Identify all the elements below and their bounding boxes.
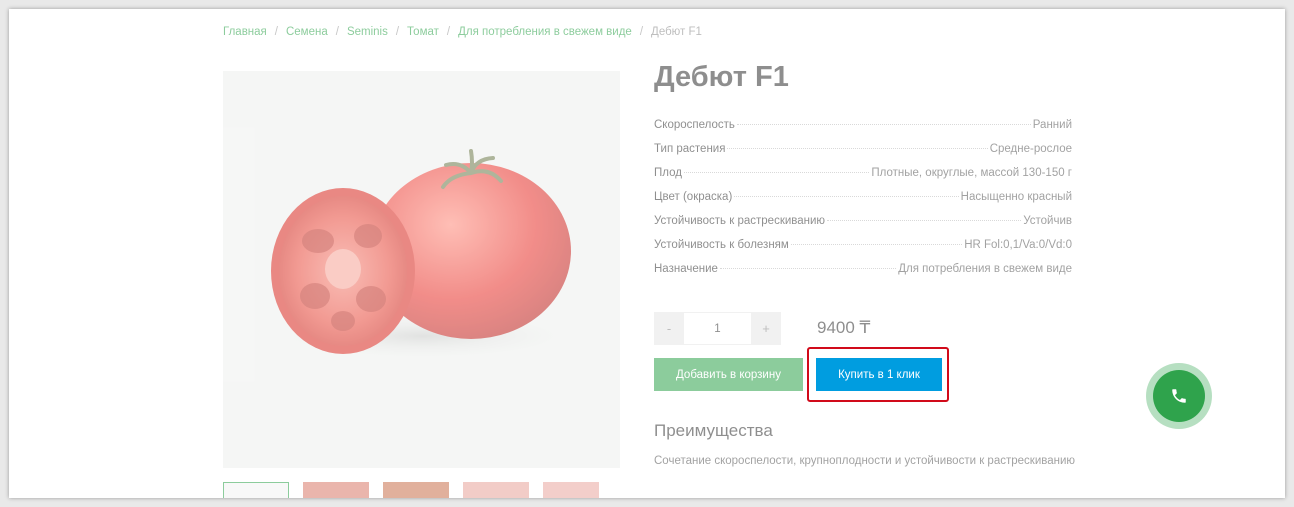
breadcrumb-fresh-use[interactable]: Для потребления в свежем виде [458, 26, 632, 38]
spec-row: Плод Плотные, округлые, массой 130-150 г [654, 167, 1072, 191]
breadcrumb-separator: / [639, 26, 644, 38]
call-button[interactable] [1146, 363, 1212, 429]
quantity-input[interactable]: 1 [684, 312, 751, 345]
spec-value: HR Fol:0,1/Va:0/Vd:0 [964, 239, 1072, 251]
spec-label: Назначение [654, 263, 718, 275]
spec-list: Скороспелость Ранний Тип растения Средне-р… [654, 119, 1072, 287]
spec-value: Насыщенно красный [960, 191, 1072, 203]
add-to-cart-button[interactable]: Добавить в корзину [654, 358, 803, 391]
spec-label: Цвет (окраска) [654, 191, 733, 203]
spec-dots [790, 244, 963, 245]
breadcrumb-separator: / [446, 26, 451, 38]
highlight-box [807, 347, 949, 402]
breadcrumb-separator: / [395, 26, 400, 38]
breadcrumb: Главная / Семена / Seminis / Томат / Для потребл… [223, 26, 702, 38]
call-button-inner [1153, 370, 1205, 422]
spec-dots [734, 196, 959, 197]
breadcrumb-seeds[interactable]: Семена [286, 26, 328, 38]
spec-row: Устойчивость к болезням HR Fol:0,1/Va:0/V… [654, 239, 1072, 263]
spec-label: Тип растения [654, 143, 726, 155]
spec-row: Цвет (окраска) Насыщенно красный [654, 191, 1072, 215]
spec-value: Средне-рослое [989, 143, 1072, 155]
spec-row: Устойчивость к растрескиванию Устойчив [654, 215, 1072, 239]
product-main-image[interactable] [223, 71, 620, 468]
thumbnail[interactable] [463, 482, 529, 498]
spec-dots [736, 124, 1031, 125]
spec-label: Плод [654, 167, 682, 179]
thumbnail[interactable] [303, 482, 369, 498]
phone-icon [1172, 389, 1186, 403]
breadcrumb-separator: / [274, 26, 278, 38]
spec-dots [727, 148, 988, 149]
advantages-text: Сочетание скороспелости, крупноплодности… [654, 455, 1076, 467]
spec-row: Скороспелость Ранний [654, 119, 1072, 143]
quantity-minus-button[interactable]: - [654, 312, 684, 345]
breadcrumb-separator: / [335, 26, 339, 38]
breadcrumb-tomato[interactable]: Томат [407, 26, 439, 38]
thumbnail[interactable] [383, 482, 449, 498]
spec-row: Тип растения Средне-рослое [654, 143, 1072, 167]
breadcrumb-home[interactable]: Главная [223, 26, 267, 38]
breadcrumb-seminis[interactable]: Seminis [347, 26, 388, 38]
product-title: Дебют F1 [654, 61, 789, 93]
spec-label: Скороспелость [654, 119, 735, 131]
breadcrumb-current: Дебют F1 [651, 26, 702, 38]
thumbnail[interactable] [543, 482, 599, 498]
spec-value: Для потребления в свежем виде [898, 263, 1072, 275]
spec-label: Устойчивость к растрескиванию [654, 215, 826, 227]
tomato-image [263, 149, 583, 361]
quantity-plus-button[interactable]: + [751, 312, 781, 345]
page-dim-overlay: Главная / Семена / Seminis / Томат / Для потребл… [9, 9, 1285, 498]
advantages-title: Преимущества [654, 421, 773, 440]
spec-label: Устойчивость к болезням [654, 239, 789, 251]
spec-dots [719, 268, 897, 269]
quantity-stepper: - 1 + [654, 312, 781, 345]
thumbnail[interactable] [223, 482, 289, 498]
spec-value: Плотные, округлые, массой 130-150 г [871, 167, 1072, 179]
page-frame: Главная / Семена / Seminis / Томат / Для потребл… [9, 9, 1285, 498]
spec-row: Назначение Для потребления в свежем виде [654, 263, 1072, 287]
product-price: 9400 ₸ [817, 318, 871, 337]
spec-value: Устойчив [1023, 215, 1072, 227]
spec-dots [683, 172, 870, 173]
spec-value: Ранний [1032, 119, 1072, 131]
spec-dots [827, 220, 1022, 221]
